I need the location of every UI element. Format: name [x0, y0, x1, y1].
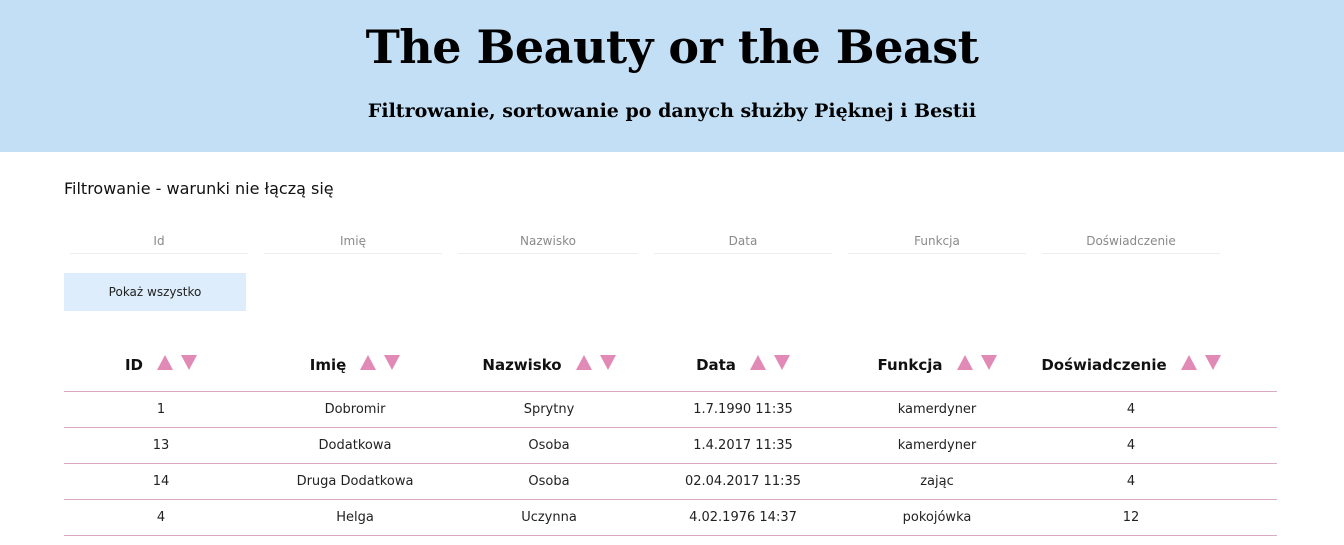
filter-doswiadczenie-input[interactable] [1042, 228, 1220, 254]
employees-table: ID Imię Nazwisko Data Funkcja Doświadcze… [64, 338, 1277, 536]
cell-imie: Druga Dodatkowa [296, 474, 414, 489]
column-label-data: Data [696, 356, 736, 374]
sort-desc-nazwisko-icon[interactable] [599, 354, 616, 370]
sort-asc-nazwisko-icon[interactable] [575, 354, 592, 370]
cell-nazwisko: Osoba [528, 438, 570, 453]
cell-imie: Dobromir [324, 402, 386, 417]
cell-doswiadczenie: 4 [1126, 438, 1136, 453]
cell-id: 4 [156, 510, 166, 525]
cell-funkcja: zając [920, 474, 954, 489]
filter-data-input[interactable] [654, 228, 832, 254]
cell-data: 4.02.1976 14:37 [689, 510, 797, 525]
cell-id: 14 [152, 474, 170, 489]
sort-asc-id-icon[interactable] [157, 354, 174, 370]
cell-doswiadczenie: 4 [1126, 474, 1136, 489]
cell-funkcja: kamerdyner [897, 438, 977, 453]
filter-imie-input[interactable] [264, 228, 442, 254]
cell-nazwisko: Uczynna [521, 510, 577, 525]
sort-asc-funkcja-icon[interactable] [956, 354, 973, 370]
cell-imie: Helga [336, 510, 374, 525]
column-header-id: ID [64, 338, 258, 392]
cell-nazwisko: Osoba [528, 474, 570, 489]
sort-desc-doswiadczenie-icon[interactable] [1204, 354, 1221, 370]
sort-desc-data-icon[interactable] [773, 354, 790, 370]
page-header: The Beauty or the Beast Filtrowanie, sor… [0, 0, 1344, 152]
column-label-nazwisko: Nazwisko [482, 356, 562, 374]
cell-funkcja: kamerdyner [897, 402, 977, 417]
cell-data: 1.4.2017 11:35 [693, 438, 793, 453]
site-title: The Beauty or the Beast [365, 20, 979, 74]
column-label-imie: Imię [309, 356, 347, 374]
cell-nazwisko: Sprytny [523, 402, 575, 417]
cell-imie: Dodatkowa [318, 438, 392, 453]
sort-asc-data-icon[interactable] [749, 354, 766, 370]
sort-asc-doswiadczenie-icon[interactable] [1180, 354, 1197, 370]
cell-data: 02.04.2017 11:35 [684, 474, 802, 489]
table-row: 14 Druga Dodatkowa Osoba 02.04.2017 11:3… [64, 464, 1277, 500]
cell-id: 13 [152, 438, 170, 453]
column-header-funkcja: Funkcja [840, 338, 1034, 392]
cell-id: 1 [156, 402, 166, 417]
filter-nazwisko-input[interactable] [458, 228, 638, 254]
cell-funkcja: pokojówka [902, 510, 972, 525]
cell-doswiadczenie: 4 [1126, 402, 1136, 417]
column-label-funkcja: Funkcja [877, 356, 943, 374]
column-label-id: ID [124, 356, 144, 374]
table-row: 1 Dobromir Sprytny 1.7.1990 11:35 kamerd… [64, 392, 1277, 428]
table-header-row: ID Imię Nazwisko Data Funkcja Doświadcze… [64, 338, 1277, 392]
cell-data: 1.7.1990 11:35 [693, 402, 793, 417]
sort-desc-id-icon[interactable] [181, 354, 198, 370]
column-label-doswiadczenie: Doświadczenie [1041, 356, 1167, 374]
column-header-data: Data [646, 338, 840, 392]
site-subtitle: Filtrowanie, sortowanie po danych służby… [367, 100, 977, 122]
show-all-button[interactable]: Pokaż wszystko [64, 273, 246, 311]
table-row: 13 Dodatkowa Osoba 1.4.2017 11:35 kamerd… [64, 428, 1277, 464]
column-header-doswiadczenie: Doświadczenie [1034, 338, 1228, 392]
column-header-nazwisko: Nazwisko [452, 338, 646, 392]
sort-asc-imie-icon[interactable] [360, 354, 377, 370]
filter-section-title: Filtrowanie - warunki nie łączą się [64, 179, 334, 198]
column-header-imie: Imię [258, 338, 452, 392]
cell-doswiadczenie: 12 [1122, 510, 1140, 525]
table-row: 4 Helga Uczynna 4.02.1976 14:37 pokojówk… [64, 500, 1277, 536]
sort-desc-funkcja-icon[interactable] [980, 354, 997, 370]
filter-id-input[interactable] [70, 228, 248, 254]
sort-desc-imie-icon[interactable] [384, 354, 401, 370]
filter-funkcja-input[interactable] [848, 228, 1026, 254]
